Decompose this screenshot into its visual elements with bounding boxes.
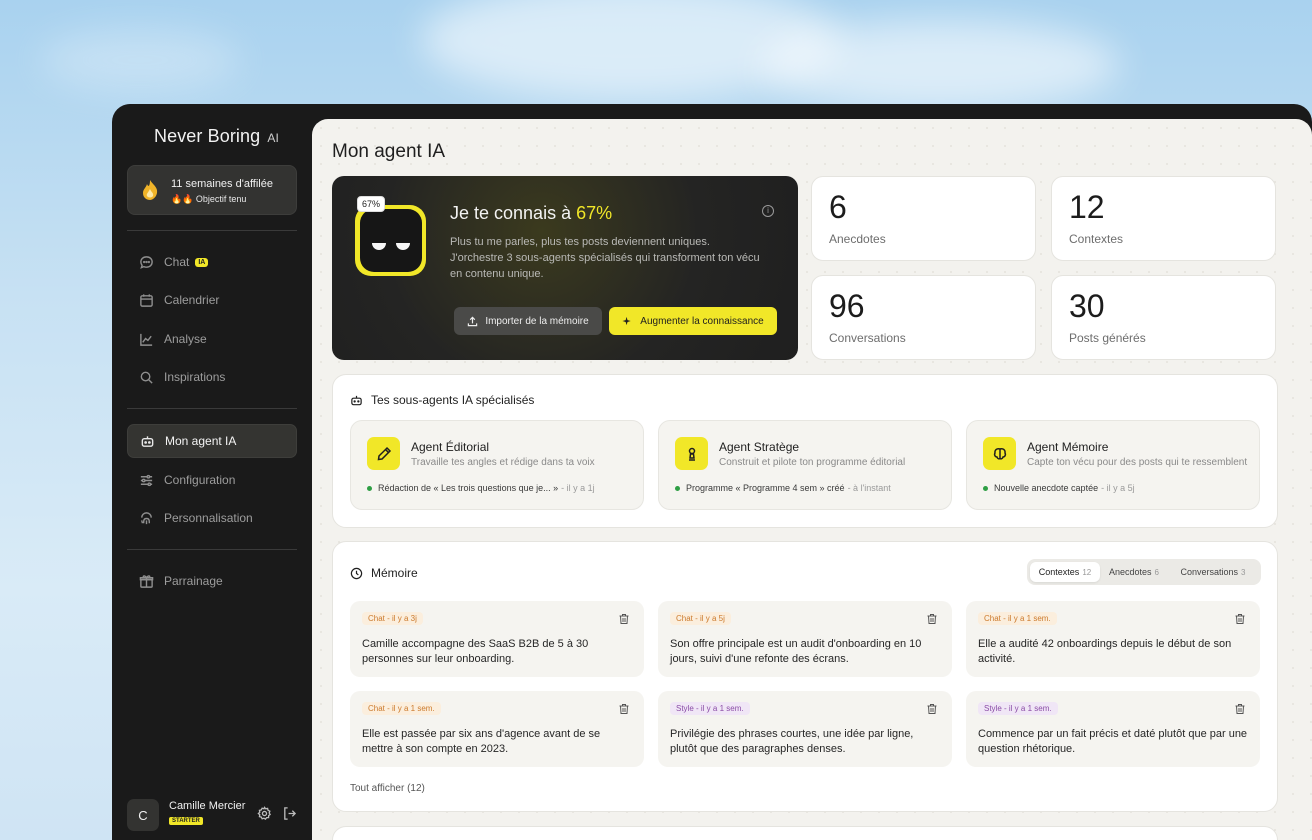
sidebar-item-mon-agent-ia[interactable]: Mon agent IA [127, 424, 297, 458]
agent-mascot [355, 205, 426, 276]
divider [127, 408, 297, 409]
knowledge-description: Plus tu me parles, plus tes posts devien… [450, 236, 760, 280]
sidebar-item-analyse[interactable]: Analyse [127, 323, 297, 355]
divider [127, 549, 297, 550]
sidebar: Never Boring AI 11 semaines d'affilée 🔥🔥… [112, 104, 312, 840]
sidebar-item-calendrier[interactable]: Calendrier [127, 284, 297, 316]
app-window: Never Boring AI 11 semaines d'affilée 🔥🔥… [112, 104, 1312, 840]
fingerprint-icon [138, 510, 154, 526]
show-all-link[interactable]: Tout afficher (12) [350, 783, 425, 794]
divider [127, 230, 297, 231]
robot-icon [139, 433, 155, 449]
brain-icon [983, 437, 1016, 470]
robot-icon [351, 395, 362, 405]
memory-tag: Chat - il y a 5j [670, 612, 731, 625]
trash-icon[interactable] [926, 703, 938, 715]
sidebar-item-parrainage[interactable]: Parrainage [127, 565, 297, 597]
agent-knowledge-card: 67% Je te connais à 67% i Plus tu me par… [332, 176, 798, 360]
memory-tag: Chat - il y a 3j [362, 612, 423, 625]
streak-subtitle: 🔥🔥 Objectif tenu [171, 194, 247, 204]
sparkle-icon [622, 316, 631, 325]
user-profile[interactable]: C Camille Mercier STARTER [127, 799, 297, 835]
search-icon [138, 369, 154, 385]
memory-tag: Chat - il y a 1 sem. [362, 702, 441, 715]
memory-item[interactable]: Chat - il y a 1 sem. Elle a audité 42 on… [966, 601, 1260, 677]
import-memory-button[interactable]: Importer de la mémoire [454, 307, 602, 335]
chess-icon [675, 437, 708, 470]
memory-card: Mémoire Contextes 12 Anecdotes 6 Conversat… [332, 541, 1278, 812]
stat-contextes: 12 Contextes [1051, 176, 1276, 261]
memory-tag: Style - il y a 1 sem. [670, 702, 750, 715]
tab-contextes[interactable]: Contextes 12 [1030, 562, 1100, 582]
sidebar-item-inspirations[interactable]: Inspirations [127, 361, 297, 393]
flame-icon [143, 180, 158, 200]
gift-icon [138, 573, 154, 589]
brand-logo[interactable]: Never Boring AI [154, 126, 279, 147]
trash-icon[interactable] [1234, 703, 1246, 715]
pen-icon [367, 437, 400, 470]
memory-item[interactable]: Style - il y a 1 sem. Privilégie des phr… [658, 691, 952, 767]
agent-card-memoire[interactable]: Agent Mémoire Capte ton vécu pour des po… [966, 420, 1260, 510]
agent-card-editorial[interactable]: Agent Éditorial Travaille tes angles et … [350, 420, 644, 510]
status-dot [983, 485, 988, 491]
status-dot [367, 485, 372, 491]
knowledge-percent-chip: 67% [357, 196, 386, 212]
streak-card: 11 semaines d'affilée 🔥🔥 Objectif tenu [127, 165, 297, 215]
agent-card-stratege[interactable]: Agent Stratège Construit et pilote ton p… [658, 420, 952, 510]
trash-icon[interactable] [618, 703, 630, 715]
sidebar-item-configuration[interactable]: Configuration [127, 464, 297, 496]
avatar[interactable]: C [127, 799, 159, 831]
trash-icon[interactable] [926, 613, 938, 625]
trash-icon[interactable] [618, 613, 630, 625]
tab-conversations[interactable]: Conversations 3 [1169, 562, 1257, 582]
stat-anecdotes: 6 Anecdotes [811, 176, 1036, 261]
info-icon[interactable]: i [762, 205, 774, 217]
gear-icon[interactable] [257, 806, 272, 821]
logout-icon[interactable] [282, 806, 297, 821]
memory-item[interactable]: Style - il y a 1 sem. Commence par un fa… [966, 691, 1260, 767]
page-title: Mon agent IA [332, 141, 446, 162]
upload-icon [468, 316, 478, 326]
clock-icon [350, 567, 363, 579]
status-dot [675, 485, 680, 491]
memory-tabs: Contextes 12 Anecdotes 6 Conversations 3 [1027, 559, 1261, 585]
stat-conversations: 96 Conversations [811, 275, 1036, 360]
memory-item[interactable]: Chat - il y a 3j Camille accompagne des … [350, 601, 644, 677]
sub-agents-heading: Tes sous-agents IA spécialisés [350, 393, 534, 407]
ia-badge: IA [195, 257, 209, 267]
memory-heading: Mémoire [350, 566, 418, 580]
trash-icon[interactable] [1234, 613, 1246, 625]
chart-icon [138, 331, 154, 347]
tab-anecdotes[interactable]: Anecdotes 6 [1103, 562, 1165, 582]
memory-item[interactable]: Chat - il y a 1 sem. Elle est passée par… [350, 691, 644, 767]
main-content: Mon agent IA 67% Je te connais à 67% i P… [312, 119, 1312, 840]
memory-tag: Style - il y a 1 sem. [978, 702, 1058, 715]
calendar-icon [138, 292, 154, 308]
boost-knowledge-button[interactable]: Augmenter la connaissance [609, 307, 777, 335]
next-card [332, 826, 1278, 840]
memory-item[interactable]: Chat - il y a 5j Son offre principale es… [658, 601, 952, 677]
sidebar-item-personnalisation[interactable]: Personnalisation [127, 502, 297, 534]
user-name: Camille Mercier [169, 800, 246, 812]
streak-title: 11 semaines d'affilée [171, 178, 273, 190]
sidebar-item-chat[interactable]: Chat IA [127, 246, 297, 278]
chat-icon [138, 254, 154, 270]
sub-agents-card: Tes sous-agents IA spécialisés Agent Édi… [332, 374, 1278, 528]
sliders-icon [138, 472, 154, 488]
knowledge-heading: Je te connais à 67% [450, 203, 613, 223]
memory-tag: Chat - il y a 1 sem. [978, 612, 1057, 625]
plan-badge: STARTER [169, 817, 203, 825]
stat-posts: 30 Posts générés [1051, 275, 1276, 360]
